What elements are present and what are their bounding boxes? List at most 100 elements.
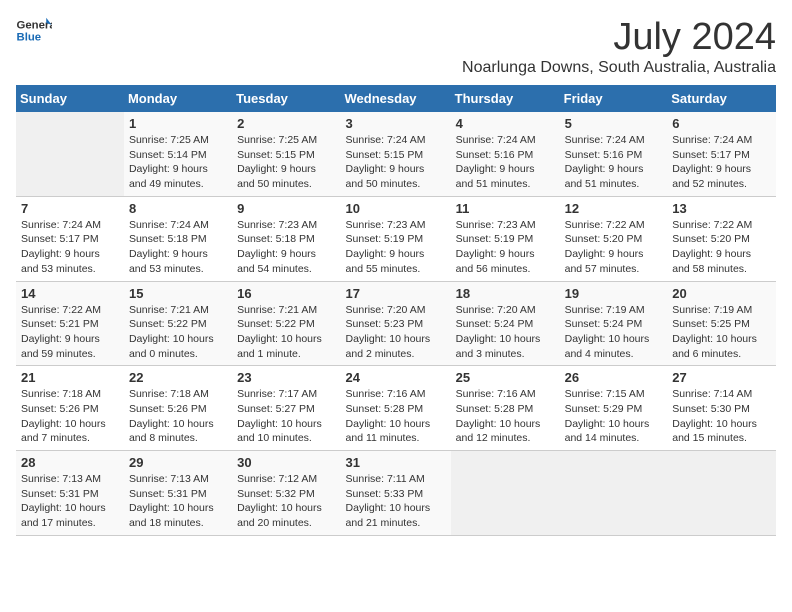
day-info: Sunrise: 7:13 AM Sunset: 5:31 PM Dayligh…: [129, 472, 227, 531]
logo: General Blue: [16, 16, 52, 44]
day-cell: 30Sunrise: 7:12 AM Sunset: 5:32 PM Dayli…: [232, 451, 340, 536]
day-cell: 7 Sunrise: 7:24 AM Sunset: 5:17 PM Daylig…: [16, 196, 124, 281]
day-cell: 3 Sunrise: 7:24 AM Sunset: 5:15 PM Daylig…: [341, 112, 451, 196]
day-cell: 14Sunrise: 7:22 AM Sunset: 5:21 PM Dayli…: [16, 281, 124, 366]
day-number: 19: [565, 286, 663, 301]
day-info: Sunrise: 7:22 AM Sunset: 5:20 PM Dayligh…: [565, 218, 663, 277]
day-cell: 24Sunrise: 7:16 AM Sunset: 5:28 PM Dayli…: [341, 366, 451, 451]
day-info: Sunrise: 7:18 AM Sunset: 5:26 PM Dayligh…: [129, 387, 227, 446]
day-cell: 2 Sunrise: 7:25 AM Sunset: 5:15 PM Daylig…: [232, 112, 340, 196]
day-cell: 5 Sunrise: 7:24 AM Sunset: 5:16 PM Daylig…: [560, 112, 668, 196]
day-info: Sunrise: 7:23 AM Sunset: 5:18 PM Dayligh…: [237, 218, 335, 277]
day-info: Sunrise: 7:24 AM Sunset: 5:15 PM Dayligh…: [346, 133, 446, 192]
day-number: 5: [565, 116, 663, 131]
day-info: Sunrise: 7:24 AM Sunset: 5:18 PM Dayligh…: [129, 218, 227, 277]
day-number: 4: [456, 116, 555, 131]
day-info: Sunrise: 7:21 AM Sunset: 5:22 PM Dayligh…: [129, 303, 227, 362]
day-number: 30: [237, 455, 335, 470]
day-number: 28: [21, 455, 119, 470]
week-row-1: 1 Sunrise: 7:25 AM Sunset: 5:14 PM Daylig…: [16, 112, 776, 196]
day-cell: 11Sunrise: 7:23 AM Sunset: 5:19 PM Dayli…: [451, 196, 560, 281]
header-tuesday: Tuesday: [232, 85, 340, 112]
day-number: 21: [21, 370, 119, 385]
day-number: 16: [237, 286, 335, 301]
calendar-table: SundayMondayTuesdayWednesdayThursdayFrid…: [16, 85, 776, 536]
svg-text:Blue: Blue: [17, 32, 42, 44]
day-cell: 9 Sunrise: 7:23 AM Sunset: 5:18 PM Daylig…: [232, 196, 340, 281]
day-info: Sunrise: 7:11 AM Sunset: 5:33 PM Dayligh…: [346, 472, 446, 531]
title-block: July 2024 Noarlunga Downs, South Austral…: [462, 16, 776, 77]
day-cell: 20Sunrise: 7:19 AM Sunset: 5:25 PM Dayli…: [667, 281, 776, 366]
day-cell: 10 Sunrise: 7:23 AM Sunset: 5:19 PM Dayli…: [341, 196, 451, 281]
week-row-5: 28 Sunrise: 7:13 AM Sunset: 5:31 PM Dayli…: [16, 451, 776, 536]
day-cell: 18 Sunrise: 7:20 AM Sunset: 5:24 PM Dayli…: [451, 281, 560, 366]
day-info: Sunrise: 7:13 AM Sunset: 5:31 PM Dayligh…: [21, 472, 119, 531]
day-cell: 25 Sunrise: 7:16 AM Sunset: 5:28 PM Dayli…: [451, 366, 560, 451]
day-info: Sunrise: 7:15 AM Sunset: 5:29 PM Dayligh…: [565, 387, 663, 446]
day-info: Sunrise: 7:17 AM Sunset: 5:27 PM Dayligh…: [237, 387, 335, 446]
week-row-2: 7 Sunrise: 7:24 AM Sunset: 5:17 PM Daylig…: [16, 196, 776, 281]
day-cell: 6Sunrise: 7:24 AM Sunset: 5:17 PM Daylig…: [667, 112, 776, 196]
day-number: 22: [129, 370, 227, 385]
day-number: 1: [129, 116, 227, 131]
header-thursday: Thursday: [451, 85, 560, 112]
day-number: 3: [346, 116, 446, 131]
day-number: 31: [346, 455, 446, 470]
day-info: Sunrise: 7:25 AM Sunset: 5:14 PM Dayligh…: [129, 133, 227, 192]
day-info: Sunrise: 7:23 AM Sunset: 5:19 PM Dayligh…: [346, 218, 446, 277]
day-cell: 23Sunrise: 7:17 AM Sunset: 5:27 PM Dayli…: [232, 366, 340, 451]
day-number: 10: [346, 201, 446, 216]
day-info: Sunrise: 7:14 AM Sunset: 5:30 PM Dayligh…: [672, 387, 771, 446]
week-row-4: 21 Sunrise: 7:18 AM Sunset: 5:26 PM Dayli…: [16, 366, 776, 451]
location-title: Noarlunga Downs, South Australia, Austra…: [462, 59, 776, 77]
week-row-3: 14Sunrise: 7:22 AM Sunset: 5:21 PM Dayli…: [16, 281, 776, 366]
logo-icon: General Blue: [16, 16, 52, 44]
day-info: Sunrise: 7:20 AM Sunset: 5:23 PM Dayligh…: [346, 303, 446, 362]
day-info: Sunrise: 7:24 AM Sunset: 5:16 PM Dayligh…: [456, 133, 555, 192]
day-number: 8: [129, 201, 227, 216]
day-number: 26: [565, 370, 663, 385]
day-cell: [16, 112, 124, 196]
day-cell: [667, 451, 776, 536]
day-cell: 13Sunrise: 7:22 AM Sunset: 5:20 PM Dayli…: [667, 196, 776, 281]
day-number: 7: [21, 201, 119, 216]
day-info: Sunrise: 7:25 AM Sunset: 5:15 PM Dayligh…: [237, 133, 335, 192]
page-header: General Blue July 2024 Noarlunga Downs, …: [16, 16, 776, 77]
day-cell: [560, 451, 668, 536]
day-cell: 26 Sunrise: 7:15 AM Sunset: 5:29 PM Dayli…: [560, 366, 668, 451]
day-info: Sunrise: 7:16 AM Sunset: 5:28 PM Dayligh…: [456, 387, 555, 446]
day-cell: 4 Sunrise: 7:24 AM Sunset: 5:16 PM Daylig…: [451, 112, 560, 196]
day-cell: 1 Sunrise: 7:25 AM Sunset: 5:14 PM Daylig…: [124, 112, 232, 196]
day-number: 12: [565, 201, 663, 216]
day-number: 27: [672, 370, 771, 385]
day-number: 18: [456, 286, 555, 301]
day-info: Sunrise: 7:19 AM Sunset: 5:24 PM Dayligh…: [565, 303, 663, 362]
day-cell: 28 Sunrise: 7:13 AM Sunset: 5:31 PM Dayli…: [16, 451, 124, 536]
day-number: 11: [456, 201, 555, 216]
day-info: Sunrise: 7:19 AM Sunset: 5:25 PM Dayligh…: [672, 303, 771, 362]
day-info: Sunrise: 7:20 AM Sunset: 5:24 PM Dayligh…: [456, 303, 555, 362]
day-cell: 12 Sunrise: 7:22 AM Sunset: 5:20 PM Dayli…: [560, 196, 668, 281]
day-cell: 27 Sunrise: 7:14 AM Sunset: 5:30 PM Dayli…: [667, 366, 776, 451]
day-cell: 19 Sunrise: 7:19 AM Sunset: 5:24 PM Dayli…: [560, 281, 668, 366]
day-info: Sunrise: 7:24 AM Sunset: 5:17 PM Dayligh…: [21, 218, 119, 277]
day-info: Sunrise: 7:22 AM Sunset: 5:21 PM Dayligh…: [21, 303, 119, 362]
header-friday: Friday: [560, 85, 668, 112]
day-number: 25: [456, 370, 555, 385]
header-monday: Monday: [124, 85, 232, 112]
day-info: Sunrise: 7:24 AM Sunset: 5:16 PM Dayligh…: [565, 133, 663, 192]
day-info: Sunrise: 7:16 AM Sunset: 5:28 PM Dayligh…: [346, 387, 446, 446]
day-info: Sunrise: 7:24 AM Sunset: 5:17 PM Dayligh…: [672, 133, 771, 192]
header-wednesday: Wednesday: [341, 85, 451, 112]
header-row: SundayMondayTuesdayWednesdayThursdayFrid…: [16, 85, 776, 112]
day-cell: 31 Sunrise: 7:11 AM Sunset: 5:33 PM Dayli…: [341, 451, 451, 536]
day-info: Sunrise: 7:21 AM Sunset: 5:22 PM Dayligh…: [237, 303, 335, 362]
day-number: 15: [129, 286, 227, 301]
day-info: Sunrise: 7:22 AM Sunset: 5:20 PM Dayligh…: [672, 218, 771, 277]
month-title: July 2024: [462, 16, 776, 59]
day-cell: 15 Sunrise: 7:21 AM Sunset: 5:22 PM Dayli…: [124, 281, 232, 366]
day-number: 9: [237, 201, 335, 216]
day-cell: 21Sunrise: 7:18 AM Sunset: 5:26 PM Dayli…: [16, 366, 124, 451]
day-number: 2: [237, 116, 335, 131]
day-number: 29: [129, 455, 227, 470]
